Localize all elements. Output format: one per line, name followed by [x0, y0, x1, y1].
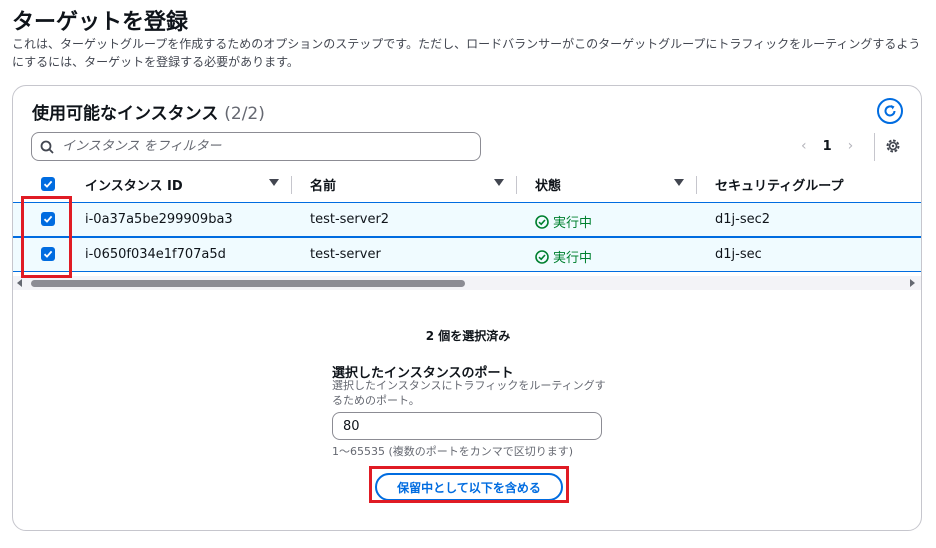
scrollbar-thumb[interactable] [31, 280, 465, 287]
search-box [31, 132, 481, 161]
cell-security-group: d1j-sec [715, 247, 762, 262]
cell-instance-id: i-0a37a5be299909ba3 [85, 212, 233, 227]
panel-title-text: 使用可能なインスタンス [32, 104, 219, 124]
pagination-prev-button[interactable]: ‹ [801, 138, 807, 154]
instances-panel: 使用可能なインスタンス (2/2) ‹ 1 › インスタン [12, 85, 922, 531]
sort-down-icon[interactable] [494, 179, 504, 186]
cell-status: 実行中 [535, 247, 592, 266]
horizontal-scrollbar[interactable] [13, 276, 921, 290]
table-row[interactable]: i-0650f034e1f707a5d test-server 実行中 d1j-… [13, 237, 921, 272]
refresh-icon [884, 105, 896, 117]
check-icon [43, 180, 53, 188]
port-hint: 1〜65535 (複数のポートをカンマで区切ります) [332, 445, 574, 458]
cell-instance-id: i-0650f034e1f707a5d [85, 247, 226, 262]
pagination: ‹ 1 › [801, 138, 853, 154]
select-all-checkbox[interactable] [41, 177, 55, 191]
selection-summary: 2 個を選択済み [425, 329, 511, 343]
highlight-box-checkboxes [21, 196, 72, 278]
page-title: ターゲットを登録 [12, 10, 189, 35]
success-check-circle-icon [535, 214, 549, 229]
status-label: 実行中 [553, 216, 593, 231]
port-description: 選択したインスタンスにトラフィックをルーティングするためのポート。 [332, 379, 606, 407]
panel-title: 使用可能なインスタンス (2/2) [32, 99, 265, 124]
sort-down-icon[interactable] [674, 179, 684, 186]
column-header-status[interactable]: 状態 [535, 175, 561, 194]
scroll-left-arrow-icon[interactable] [17, 279, 22, 287]
success-check-circle-icon [535, 249, 549, 264]
status-label: 実行中 [553, 251, 593, 266]
table-settings-button[interactable] [884, 137, 902, 155]
refresh-button[interactable] [877, 98, 903, 124]
pagination-next-button[interactable]: › [848, 138, 854, 154]
table-header: インスタンス ID 名前 状態 セキュリティグループ [13, 169, 921, 199]
scroll-right-arrow-icon[interactable] [910, 279, 915, 287]
pagination-divider [874, 133, 875, 161]
cell-status: 実行中 [535, 212, 592, 231]
pagination-page-number[interactable]: 1 [823, 139, 832, 154]
column-divider [291, 176, 292, 194]
cell-security-group: d1j-sec2 [715, 212, 771, 227]
gear-icon [886, 139, 900, 153]
column-divider [696, 176, 697, 194]
column-divider [516, 176, 517, 194]
port-input[interactable] [332, 412, 602, 440]
search-input[interactable] [62, 139, 462, 154]
page-description: これは、ターゲットグループを作成するためのオプションのステップです。ただし、ロー… [12, 37, 921, 69]
table-row[interactable]: i-0a37a5be299909ba3 test-server2 実行中 d1j… [13, 202, 921, 237]
cell-name: test-server2 [310, 212, 390, 227]
highlight-box-include-button [369, 466, 569, 503]
column-header-name[interactable]: 名前 [310, 175, 336, 194]
panel-title-count: (2/2) [224, 104, 265, 124]
column-header-instance-id[interactable]: インスタンス ID [85, 175, 183, 194]
cell-name: test-server [310, 247, 381, 262]
column-header-security-group[interactable]: セキュリティグループ [715, 175, 843, 194]
search-icon [40, 140, 54, 154]
sort-down-icon[interactable] [269, 179, 279, 186]
